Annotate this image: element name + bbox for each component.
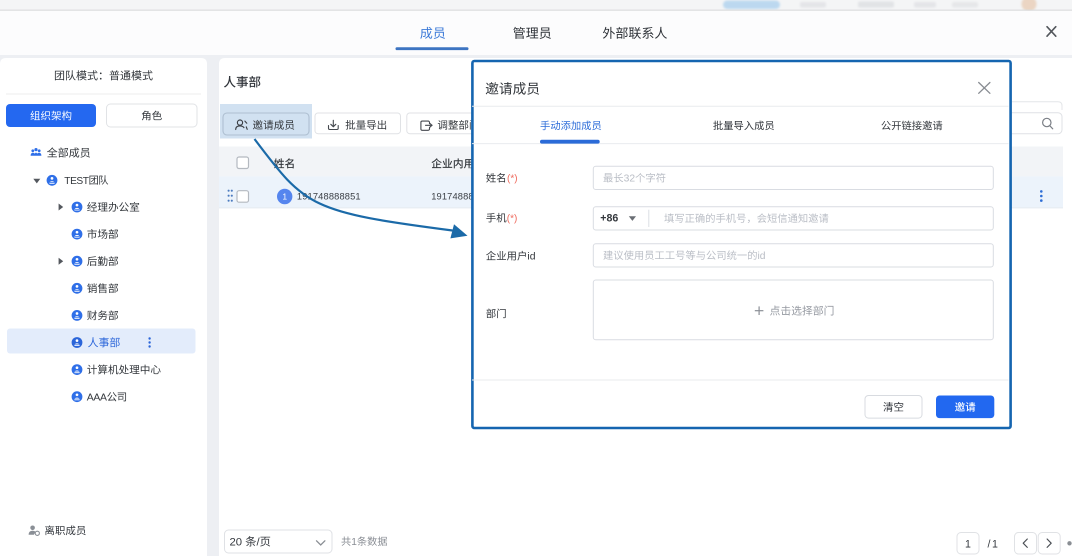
svg-text:1: 1	[351, 537, 357, 548]
svg-text:20: 20	[230, 537, 246, 549]
svg-text:TEST: TEST	[64, 176, 88, 187]
svg-text:(*): (*)	[507, 214, 518, 225]
svg-text:32: 32	[624, 174, 636, 185]
svg-text:+86: +86	[600, 213, 618, 225]
svg-text:id: id	[527, 252, 535, 263]
svg-text:(*): (*)	[507, 174, 518, 185]
svg-text:/1: /1	[988, 539, 1000, 551]
svg-text:1: 1	[965, 538, 971, 550]
svg-text:AAA: AAA	[87, 393, 107, 404]
svg-text:id: id	[758, 251, 766, 262]
svg-text:1: 1	[282, 192, 287, 202]
